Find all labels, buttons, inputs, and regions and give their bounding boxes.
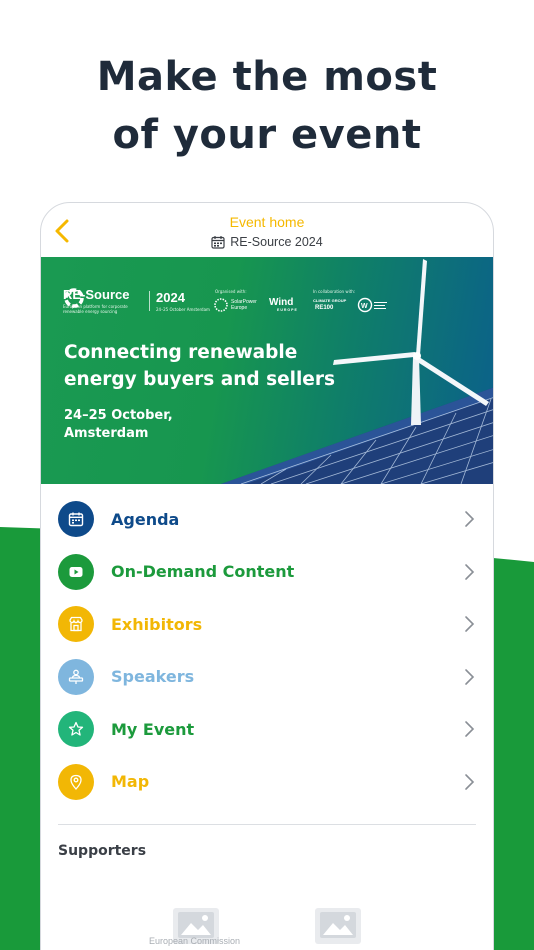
partner-climate-group: CLIMATE GROUP	[313, 298, 347, 303]
promo-headline-line1: Make the most	[96, 54, 438, 100]
wbcsd-logo-icon: W	[357, 297, 387, 313]
menu-label-exhibitors: Exhibitors	[111, 614, 203, 634]
screen-title: Event home	[229, 214, 305, 230]
menu-item-my-event[interactable]: My Event	[41, 703, 493, 756]
banner-year-sub: 24–25 October Amsterdam	[156, 306, 210, 312]
menu-label-map: Map	[111, 772, 150, 792]
partner-wind: Wind	[269, 297, 294, 308]
menu-item-speakers[interactable]: Speakers	[41, 651, 493, 704]
calendar-icon	[211, 236, 225, 249]
re-source-logo-icon	[64, 288, 84, 308]
supporter-caption: European Commission	[149, 936, 241, 946]
event-menu: Agenda On-Demand Content Exhibitors Spea…	[41, 493, 493, 809]
svg-text:W: W	[361, 303, 368, 310]
map-icon-badge	[58, 763, 94, 800]
banner-date-line2: Amsterdam	[64, 426, 149, 441]
banner-year: 2024	[156, 289, 185, 305]
my-event-icon-badge	[58, 711, 94, 748]
chevron-right-icon	[465, 773, 475, 790]
supporter-logo-image-icon[interactable]	[314, 907, 362, 945]
chevron-right-icon	[465, 721, 475, 738]
menu-item-map[interactable]: Map	[41, 756, 493, 809]
banner-date: 24–25 October, Amsterdam	[64, 407, 173, 443]
supporters-heading: Supporters	[58, 843, 147, 859]
map-pin-icon	[70, 774, 82, 790]
chevron-right-icon	[465, 616, 475, 633]
collaboration-label: In collaboration with:	[313, 289, 356, 294]
event-banner[interactable]: RE-Source European platform for corporat…	[41, 257, 493, 484]
calendar-icon	[68, 512, 84, 527]
phone-screen: Event home RE-Source 2024 RE-Source Euro…	[40, 202, 494, 950]
promo-headline-line2: of your event	[112, 112, 422, 158]
event-name: RE-Source 2024	[41, 235, 493, 249]
menu-label-my-event: My Event	[111, 719, 195, 739]
partner-re100: RE100	[315, 305, 334, 311]
solar-panel-image	[221, 387, 493, 484]
partner-solarpower: SolarPower Europe	[231, 299, 257, 311]
menu-item-on-demand-content[interactable]: On-Demand Content	[41, 546, 493, 599]
banner-headline: Connecting renewable energy buyers and s…	[64, 342, 335, 390]
play-icon	[69, 566, 83, 577]
menu-label-speakers: Speakers	[111, 667, 195, 687]
re-source-logo: RE-Source European platform for corporat…	[63, 287, 210, 314]
exhibitors-icon-badge	[58, 606, 94, 643]
menu-label-agenda: Agenda	[111, 509, 180, 529]
speaker-icon	[68, 669, 84, 684]
menu-item-exhibitors[interactable]: Exhibitors	[41, 598, 493, 651]
agenda-icon-badge	[58, 501, 94, 538]
banner-date-line1: 24–25 October,	[64, 408, 173, 423]
star-icon	[68, 722, 84, 736]
organised-with-label: Organised with:	[215, 289, 247, 294]
speakers-icon-badge	[58, 658, 94, 695]
section-divider	[58, 824, 476, 825]
promo-headline: Make the most of your event	[0, 48, 534, 164]
menu-label-on-demand-content: On-Demand Content	[111, 562, 295, 582]
banner-separator	[149, 290, 150, 311]
event-name-label: RE-Source 2024	[230, 235, 323, 249]
solarpower-logo-icon	[214, 298, 228, 312]
chevron-right-icon	[465, 511, 475, 528]
chevron-right-icon	[465, 563, 475, 580]
partner-wind-sub: EUROPE	[277, 308, 298, 312]
top-navigation-bar: Event home RE-Source 2024	[41, 203, 493, 257]
store-icon	[69, 617, 83, 632]
menu-item-agenda[interactable]: Agenda	[41, 493, 493, 546]
on-demand-icon-badge	[58, 553, 94, 590]
chevron-right-icon	[465, 668, 475, 685]
